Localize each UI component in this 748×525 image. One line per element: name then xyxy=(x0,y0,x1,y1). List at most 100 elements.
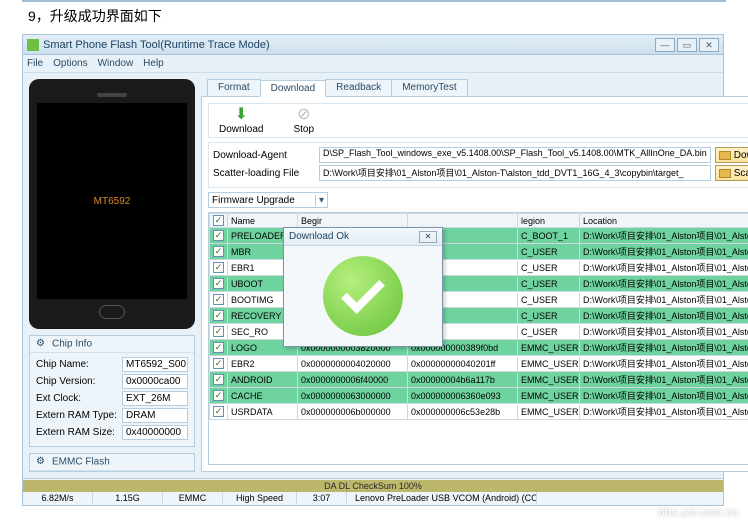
chip-info-label: Extern RAM Size: xyxy=(36,427,122,438)
download-action[interactable]: ⬇ Download xyxy=(219,106,263,135)
cell-begin: 0x0000000063000000 xyxy=(298,388,408,404)
table-row[interactable]: ✓ANDROID0x0000000006f400000x00000004b6a1… xyxy=(210,372,748,388)
cell-end: 0x000000006c53e28b xyxy=(408,404,518,420)
menu-help[interactable]: Help xyxy=(143,58,164,69)
maximize-button[interactable]: ▭ xyxy=(677,38,697,52)
cell-location: D:\Work\项目安排\01_Alston项目\01_Alston-T... xyxy=(580,324,748,340)
watermark: bbs.zol.com.cn xyxy=(658,505,738,519)
cell-begin: 0x000000006b000000 xyxy=(298,404,408,420)
cell-location: D:\Work\项目安排\01_Alston项目\01_Alston-T... xyxy=(580,372,748,388)
chip-info-value: EXT_26M xyxy=(122,391,188,406)
folder-icon xyxy=(719,151,731,160)
row-checkbox[interactable]: ✓ xyxy=(213,374,224,385)
agent-label: Download-Agent xyxy=(213,150,319,161)
download-arrow-icon: ⬇ xyxy=(219,106,263,124)
stop-action[interactable]: ⊘ Stop xyxy=(293,106,314,135)
cell-begin: 0x0000000004020000 xyxy=(298,356,408,372)
minimize-button[interactable]: — xyxy=(655,38,675,52)
row-checkbox[interactable]: ✓ xyxy=(213,342,224,353)
col-name[interactable]: Name xyxy=(228,214,298,228)
status-cell: 6.82M/s xyxy=(23,492,93,504)
caption: 9，升级成功界面如下 xyxy=(28,6,748,26)
chip-info-label: Ext Clock: xyxy=(36,393,122,404)
row-checkbox[interactable]: ✓ xyxy=(213,310,224,321)
cell-region: EMMC_USER xyxy=(518,356,580,372)
cell-name: EBR2 xyxy=(228,356,298,372)
chip-info-value: 0x40000000 xyxy=(122,425,188,440)
dialog-close-button[interactable]: ✕ xyxy=(419,231,437,243)
cell-name: USRDATA xyxy=(228,404,298,420)
table-row[interactable]: ✓ CACHE0x00000000630000000x000000006360e0… xyxy=(210,388,748,404)
app-icon xyxy=(27,39,39,51)
top-border xyxy=(22,0,726,2)
cell-name: ANDROID xyxy=(228,372,298,388)
titlebar: Smart Phone Flash Tool(Runtime Trace Mod… xyxy=(23,35,723,55)
row-checkbox[interactable]: ✓ xyxy=(213,262,224,273)
cell-name: CACHE xyxy=(228,388,298,404)
tab-memorytest[interactable]: MemoryTest xyxy=(391,79,467,96)
col-check[interactable]: ✓ xyxy=(210,214,228,228)
row-checkbox[interactable]: ✓ xyxy=(213,246,224,257)
cell-region: C_BOOT_1 xyxy=(518,228,580,244)
phone-label: MT6592 xyxy=(94,196,131,207)
col-begin[interactable]: Begir xyxy=(298,214,408,228)
status-cell: 1.15G xyxy=(93,492,163,504)
cell-region: EMMC_USER xyxy=(518,404,580,420)
cell-location: D:\Work\项目安排\01_Alston项目\01_Alston-T... xyxy=(580,260,748,276)
close-button[interactable]: ✕ xyxy=(699,38,719,52)
col-region[interactable]: legion xyxy=(518,214,580,228)
cell-end: 0x00000004b6a117b xyxy=(408,372,518,388)
tab-format[interactable]: Format xyxy=(207,79,261,96)
scatter-browse-button[interactable]: Scatter-loading xyxy=(715,165,748,181)
table-row[interactable]: ✓EBR20x00000000040200000x00000000040201f… xyxy=(210,356,748,372)
scatter-input[interactable]: D:\Work\项目安排\01_Alston项目\01_Alston-T\als… xyxy=(319,165,711,181)
gear-icon: ⚙ xyxy=(36,456,48,468)
cell-region: C_USER xyxy=(518,324,580,340)
row-checkbox[interactable]: ✓ xyxy=(213,278,224,289)
row-checkbox[interactable]: ✓ xyxy=(213,294,224,305)
cell-region: C_USER xyxy=(518,244,580,260)
row-checkbox[interactable]: ✓ xyxy=(213,326,224,337)
tab-download[interactable]: Download xyxy=(260,80,326,97)
scatter-label: Scatter-loading File xyxy=(213,168,319,179)
menu-options[interactable]: Options xyxy=(53,58,87,69)
cell-region: C_USER xyxy=(518,260,580,276)
download-ok-dialog: Download Ok ✕ xyxy=(283,227,443,347)
tab-readback[interactable]: Readback xyxy=(325,79,392,96)
row-checkbox[interactable]: ✓ xyxy=(213,230,224,241)
cell-region: EMMC_USER xyxy=(518,340,580,356)
agent-browse-button[interactable]: Download Agent xyxy=(715,147,748,163)
stop-label: Stop xyxy=(293,124,314,135)
phone-home-button xyxy=(99,305,125,319)
table-row[interactable]: ✓ USRDATA0x000000006b0000000x000000006c53… xyxy=(210,404,748,420)
status-progress: DA DL CheckSum 100% xyxy=(23,480,723,492)
col-location[interactable]: Location xyxy=(580,214,748,228)
chip-info-value: DRAM xyxy=(122,408,188,423)
agent-input[interactable]: D\SP_Flash_Tool_windows_exe_v5.1408.00\S… xyxy=(319,147,711,163)
cell-location: D:\Work\项目安排\01_Alston项目\01_Alston-T... xyxy=(580,292,748,308)
emmc-title: ⚙ EMMC Flash xyxy=(30,454,194,471)
menubar: File Options Window Help xyxy=(23,55,723,73)
chip-info-value: 0x0000ca00 xyxy=(122,374,188,389)
cell-region: C_USER xyxy=(518,276,580,292)
emmc-label: EMMC Flash xyxy=(52,457,110,468)
cell-location: D:\Work\项目安排\01_Alston项目\01_Alston-T... xyxy=(580,388,748,404)
row-checkbox[interactable]: ✓ xyxy=(213,358,224,369)
dialog-title: Download Ok xyxy=(289,231,349,242)
menu-window[interactable]: Window xyxy=(98,58,134,69)
row-checkbox[interactable]: ✓ xyxy=(213,390,224,401)
cell-location: D:\Work\项目安排\01_Alston项目\01_Alston-T... xyxy=(580,404,748,420)
mode-combo[interactable]: Firmware Upgrade ▾ xyxy=(208,192,328,208)
col-end[interactable] xyxy=(408,214,518,228)
chip-info-value: MT6592_S00 xyxy=(122,357,188,372)
status-cell: High Speed xyxy=(223,492,297,504)
mode-combo-label: Firmware Upgrade xyxy=(212,195,295,206)
stop-icon: ⊘ xyxy=(293,106,314,124)
cell-end: 0x000000006360e093 xyxy=(408,388,518,404)
status-cell: Lenovo PreLoader USB VCOM (Android) (COM… xyxy=(347,492,537,504)
success-check-icon xyxy=(323,256,403,336)
row-checkbox[interactable]: ✓ xyxy=(213,406,224,417)
cell-location: D:\Work\项目安排\01_Alston项目\01_Alston-T... xyxy=(580,340,748,356)
cell-region: EMMC_USER xyxy=(518,372,580,388)
menu-file[interactable]: File xyxy=(27,58,43,69)
